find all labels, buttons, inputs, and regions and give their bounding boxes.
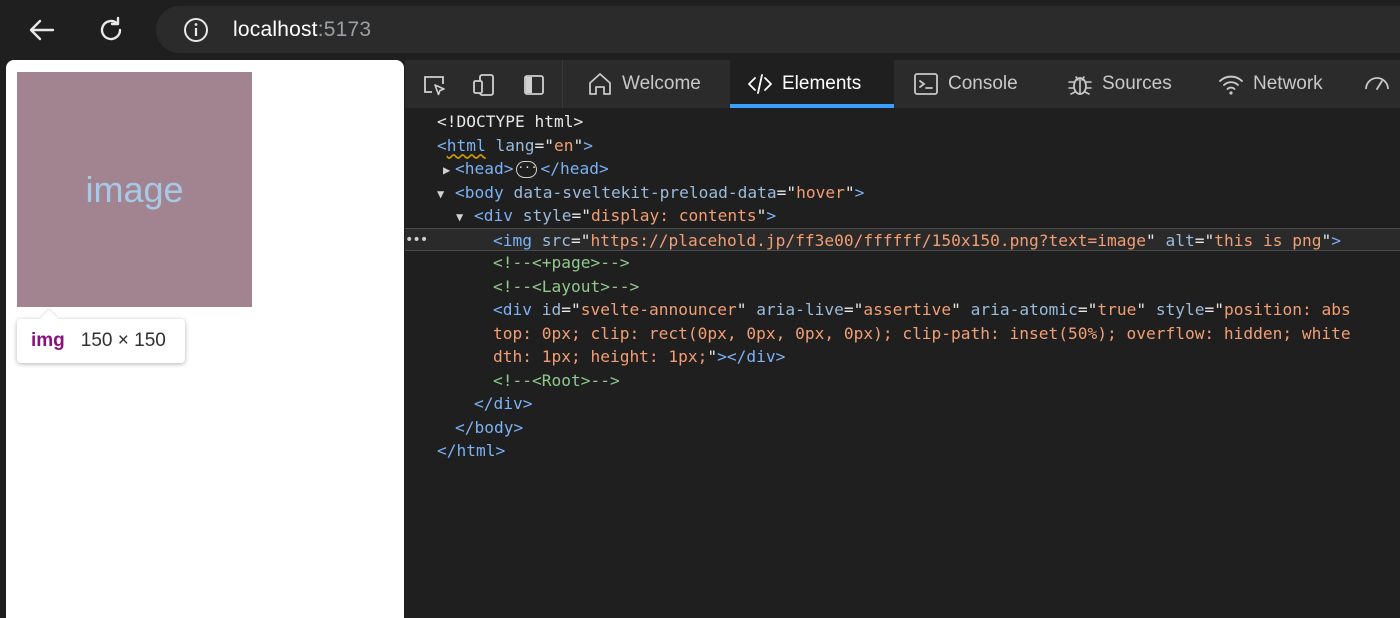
html-tag: html bbox=[446, 135, 486, 155]
dom-line[interactable]: dth: 1px; height: 1px;"></div> bbox=[405, 345, 1400, 369]
dom-tree: <!DOCTYPE html> <html lang="en"> ▶ <head>… bbox=[405, 110, 1400, 463]
expand-triangle-icon[interactable]: ▶ bbox=[443, 159, 455, 183]
placeholder-image[interactable]: image bbox=[17, 72, 252, 307]
tab-network[interactable]: Network bbox=[1217, 60, 1323, 108]
dom-line[interactable]: <!--<+page>--> bbox=[405, 251, 1400, 275]
tab-elements[interactable]: Elements bbox=[730, 60, 894, 108]
inspect-element-button[interactable] bbox=[419, 70, 449, 100]
more-actions-icon[interactable]: ••• bbox=[405, 229, 428, 253]
dock-icon bbox=[524, 75, 544, 95]
dom-line[interactable]: <!--<Layout>--> bbox=[405, 275, 1400, 299]
tab-performance-partial[interactable] bbox=[1363, 60, 1399, 108]
device-icon bbox=[473, 74, 494, 96]
dom-line[interactable]: ▶ <head> ··· </head> bbox=[405, 157, 1400, 181]
dom-line[interactable]: </html> bbox=[405, 439, 1400, 463]
collapse-triangle-icon[interactable]: ▼ bbox=[456, 206, 474, 230]
arrow-left-icon bbox=[29, 19, 55, 41]
page-viewport: image img 150 × 150 bbox=[6, 60, 404, 618]
gauge-icon bbox=[1365, 77, 1389, 90]
address-bar[interactable]: localhost:5173 bbox=[156, 6, 1400, 53]
inspect-cursor-icon bbox=[424, 76, 445, 96]
url-host: localhost bbox=[233, 17, 318, 41]
reload-button[interactable] bbox=[91, 10, 131, 50]
dom-line[interactable]: <html lang="en"> bbox=[405, 134, 1400, 158]
dock-side-button[interactable] bbox=[519, 70, 549, 100]
tab-label: Welcome bbox=[622, 73, 701, 94]
tooltip-size: 150 × 150 bbox=[80, 330, 166, 351]
dom-line[interactable]: <div id="svelte-announcer" aria-live="as… bbox=[405, 298, 1400, 322]
url-text: localhost:5173 bbox=[233, 18, 371, 42]
doctype: <!DOCTYPE html> bbox=[437, 112, 584, 131]
tab-label: Network bbox=[1253, 73, 1323, 94]
code-icon bbox=[748, 74, 772, 94]
devtools-panel: Welcome Elements Console Sources Network… bbox=[405, 60, 1400, 618]
dom-line[interactable]: <!DOCTYPE html> bbox=[405, 110, 1400, 134]
tab-console[interactable]: Console bbox=[912, 60, 1018, 108]
dom-line[interactable]: top: 0px; clip: rect(0px, 0px, 0px, 0px)… bbox=[405, 322, 1400, 346]
dom-line[interactable]: </div> bbox=[405, 392, 1400, 416]
tooltip-tag: img bbox=[31, 330, 65, 351]
home-icon bbox=[589, 73, 611, 95]
ellipsis-icon[interactable]: ··· bbox=[516, 161, 538, 178]
dom-line[interactable]: ▼ <div style="display: contents"> bbox=[405, 204, 1400, 228]
collapse-triangle-icon[interactable]: ▼ bbox=[437, 183, 455, 207]
tab-sources[interactable]: Sources bbox=[1066, 60, 1172, 108]
browser-toolbar: localhost:5173 bbox=[0, 0, 1400, 60]
info-icon[interactable] bbox=[183, 17, 209, 43]
tab-label: Sources bbox=[1102, 73, 1172, 94]
image-text: image bbox=[85, 168, 184, 210]
url-port: :5173 bbox=[317, 17, 372, 41]
dom-line[interactable]: ▼ <body data-sveltekit-preload-data="hove… bbox=[405, 181, 1400, 205]
tab-welcome[interactable]: Welcome bbox=[586, 60, 701, 108]
dom-line-selected[interactable]: ••• <img src="https://placehold.jp/ff3e00… bbox=[405, 227, 1400, 253]
dom-line[interactable]: </body> bbox=[405, 416, 1400, 440]
bug-icon bbox=[1068, 76, 1092, 95]
wifi-icon bbox=[1219, 75, 1243, 95]
tab-label: Console bbox=[948, 73, 1018, 94]
reload-icon bbox=[100, 16, 122, 41]
back-button[interactable] bbox=[22, 10, 62, 50]
toolbar-divider bbox=[562, 60, 563, 108]
dom-line[interactable]: <!--<Root>--> bbox=[405, 369, 1400, 393]
devtools-toolbar: Welcome Elements Console Sources Network bbox=[405, 60, 1400, 108]
tab-label: Elements bbox=[782, 73, 862, 94]
console-icon bbox=[914, 73, 938, 95]
device-emulation-button[interactable] bbox=[469, 70, 499, 100]
inspect-tooltip: img 150 × 150 bbox=[17, 319, 185, 363]
